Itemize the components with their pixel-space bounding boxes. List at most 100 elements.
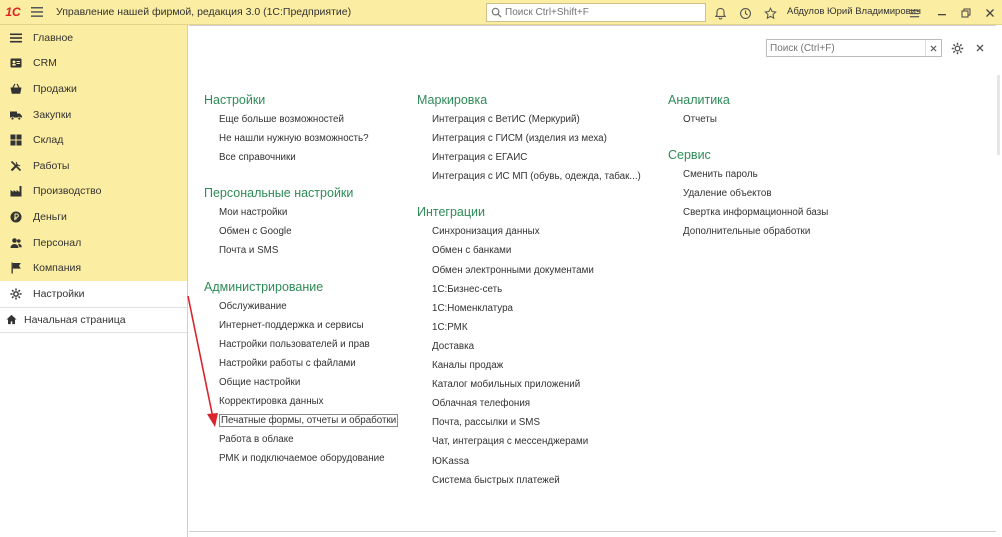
global-search-input[interactable] <box>505 7 695 18</box>
section-label: Склад <box>33 134 64 147</box>
link-internet-support[interactable]: Интернет-поддержка и сервисы <box>204 316 404 335</box>
section-label: CRM <box>33 57 57 70</box>
link-data-sync[interactable]: Синхронизация данных <box>417 222 657 241</box>
app-logo[interactable]: 1С <box>0 0 26 25</box>
link-edi[interactable]: Обмен электронными документами <box>417 261 657 280</box>
link-cloud-telephony[interactable]: Облачная телефония <box>417 394 657 413</box>
section-purchases[interactable]: Закупки <box>0 102 187 128</box>
home-page-link[interactable]: Начальная страница <box>0 306 187 333</box>
group-title-settings: Настройки <box>204 93 266 107</box>
group-title-personal-settings: Персональные настройки <box>204 186 354 201</box>
truck-icon <box>9 108 23 122</box>
sections-panel: Главное CRM Продажи Закупки Склад Работы… <box>0 25 187 281</box>
panel-close-icon[interactable] <box>973 41 987 55</box>
link-rmk[interactable]: 1С:РМК <box>417 318 657 337</box>
section-production[interactable]: Производство <box>0 179 187 205</box>
basket-icon <box>9 82 23 96</box>
restore-icon[interactable] <box>958 5 974 21</box>
section-label: Закупки <box>33 108 72 121</box>
sections-sidebar: Главное CRM Продажи Закупки Склад Работы… <box>0 25 188 537</box>
history-icon[interactable] <box>737 5 753 21</box>
link-egais[interactable]: Интеграция с ЕГАИС <box>417 148 657 167</box>
link-chat-messengers[interactable]: Чат, интеграция с мессенджерами <box>417 432 657 451</box>
section-crm[interactable]: CRM <box>0 51 187 77</box>
link-reports[interactable]: Отчеты <box>668 110 868 129</box>
section-label: Производство <box>33 185 102 198</box>
section-money[interactable]: Деньги <box>0 204 187 230</box>
section-sales[interactable]: Продажи <box>0 76 187 102</box>
link-delete-objects[interactable]: Удаление объектов <box>668 184 868 203</box>
column-analytics-service: Аналитика Отчеты Сервис Сменить пароль У… <box>668 91 868 241</box>
link-cloud-work[interactable]: Работа в облаке <box>204 430 404 449</box>
link-yukassa[interactable]: ЮKassa <box>417 452 657 471</box>
minimize-icon[interactable] <box>934 5 950 21</box>
section-label: Настройки <box>33 287 85 300</box>
tools-icon <box>9 159 23 173</box>
close-window-icon[interactable] <box>982 5 998 21</box>
link-print-forms-label: Печатные формы, отчеты и обработки <box>219 414 399 428</box>
link-sales-channels[interactable]: Каналы продаж <box>417 356 657 375</box>
coin-icon <box>9 210 23 224</box>
bell-icon[interactable] <box>712 5 728 21</box>
column-marking-integrations: Маркировка Интеграция с ВетИС (Меркурий)… <box>417 91 657 490</box>
warehouse-icon <box>9 133 23 147</box>
section-main[interactable]: Главное <box>0 25 187 51</box>
search-icon <box>491 7 502 18</box>
link-data-correction[interactable]: Корректировка данных <box>204 392 404 411</box>
link-more-features[interactable]: Еще больше возможностей <box>204 110 404 129</box>
main-menu-icon[interactable] <box>26 0 48 25</box>
section-settings[interactable]: Настройки <box>0 281 187 307</box>
link-nomenclature[interactable]: 1С:Номенклатура <box>417 299 657 318</box>
link-user-rights-settings[interactable]: Настройки пользователей и прав <box>204 335 404 354</box>
hamburger-icon <box>9 31 23 45</box>
panel-search-input[interactable] <box>767 42 917 54</box>
group-title-administration: Администрирование <box>204 279 324 294</box>
vertical-scrollbar[interactable] <box>996 25 1002 532</box>
link-maintenance[interactable]: Обслуживание <box>204 297 404 316</box>
section-works[interactable]: Работы <box>0 153 187 179</box>
link-pos-equipment[interactable]: РМК и подключаемое оборудование <box>204 449 404 468</box>
link-vetis[interactable]: Интеграция с ВетИС (Меркурий) <box>417 110 657 129</box>
more-menu-icon[interactable] <box>906 5 922 21</box>
link-all-catalogs[interactable]: Все справочники <box>204 148 404 167</box>
link-gism[interactable]: Интеграция с ГИСМ (изделия из меха) <box>417 129 657 148</box>
link-business-network[interactable]: 1С:Бизнес-сеть <box>417 280 657 299</box>
group-title-analytics: Аналитика <box>668 93 730 107</box>
people-icon <box>9 236 23 250</box>
link-general-settings[interactable]: Общие настройки <box>204 373 404 392</box>
section-warehouse[interactable]: Склад <box>0 127 187 153</box>
link-mobile-apps[interactable]: Каталог мобильных приложений <box>417 375 657 394</box>
scrollbar-thumb[interactable] <box>997 75 1000 155</box>
link-google-exchange[interactable]: Обмен с Google <box>204 222 404 241</box>
link-feature-request[interactable]: Не нашли нужную возможность? <box>204 129 404 148</box>
section-label: Деньги <box>33 210 67 223</box>
clear-search-icon[interactable] <box>925 40 941 56</box>
link-change-password[interactable]: Сменить пароль <box>668 165 868 184</box>
group-title-service: Сервис <box>668 148 711 163</box>
link-mail-sms[interactable]: Почта и SMS <box>204 241 404 260</box>
link-my-settings[interactable]: Мои настройки <box>204 203 404 222</box>
factory-icon <box>9 184 23 198</box>
link-delivery[interactable]: Доставка <box>417 337 657 356</box>
section-company[interactable]: Компания <box>0 255 187 281</box>
favorites-star-icon[interactable] <box>762 5 778 21</box>
link-additional-processing[interactable]: Дополнительные обработки <box>668 222 868 241</box>
section-label: Работы <box>33 159 70 172</box>
panel-settings-gear-icon[interactable] <box>949 40 965 56</box>
panel-search-box[interactable] <box>766 39 942 57</box>
app-title: Управление нашей фирмой, редакция 3.0 (1… <box>56 6 352 18</box>
link-file-settings[interactable]: Настройки работы с файлами <box>204 354 404 373</box>
link-infobase-rollup[interactable]: Свертка информационной базы <box>668 203 868 222</box>
settings-panel: Настройки Еще больше возможностей Не наш… <box>189 25 998 532</box>
section-label: Персонал <box>33 236 82 249</box>
link-fast-payments[interactable]: Система быстрых платежей <box>417 471 657 490</box>
current-user[interactable]: Абдулов Юрий Владимирович <box>787 6 921 17</box>
home-icon <box>6 314 18 326</box>
section-label: Продажи <box>33 82 77 95</box>
link-mail-mailings-sms[interactable]: Почта, рассылки и SMS <box>417 413 657 432</box>
section-personnel[interactable]: Персонал <box>0 230 187 256</box>
link-is-mp[interactable]: Интеграция с ИС МП (обувь, одежда, табак… <box>417 167 657 186</box>
link-bank-exchange[interactable]: Обмен с банками <box>417 241 657 260</box>
link-print-forms-reports[interactable]: Печатные формы, отчеты и обработки <box>204 411 404 430</box>
global-search-box[interactable] <box>486 3 706 22</box>
